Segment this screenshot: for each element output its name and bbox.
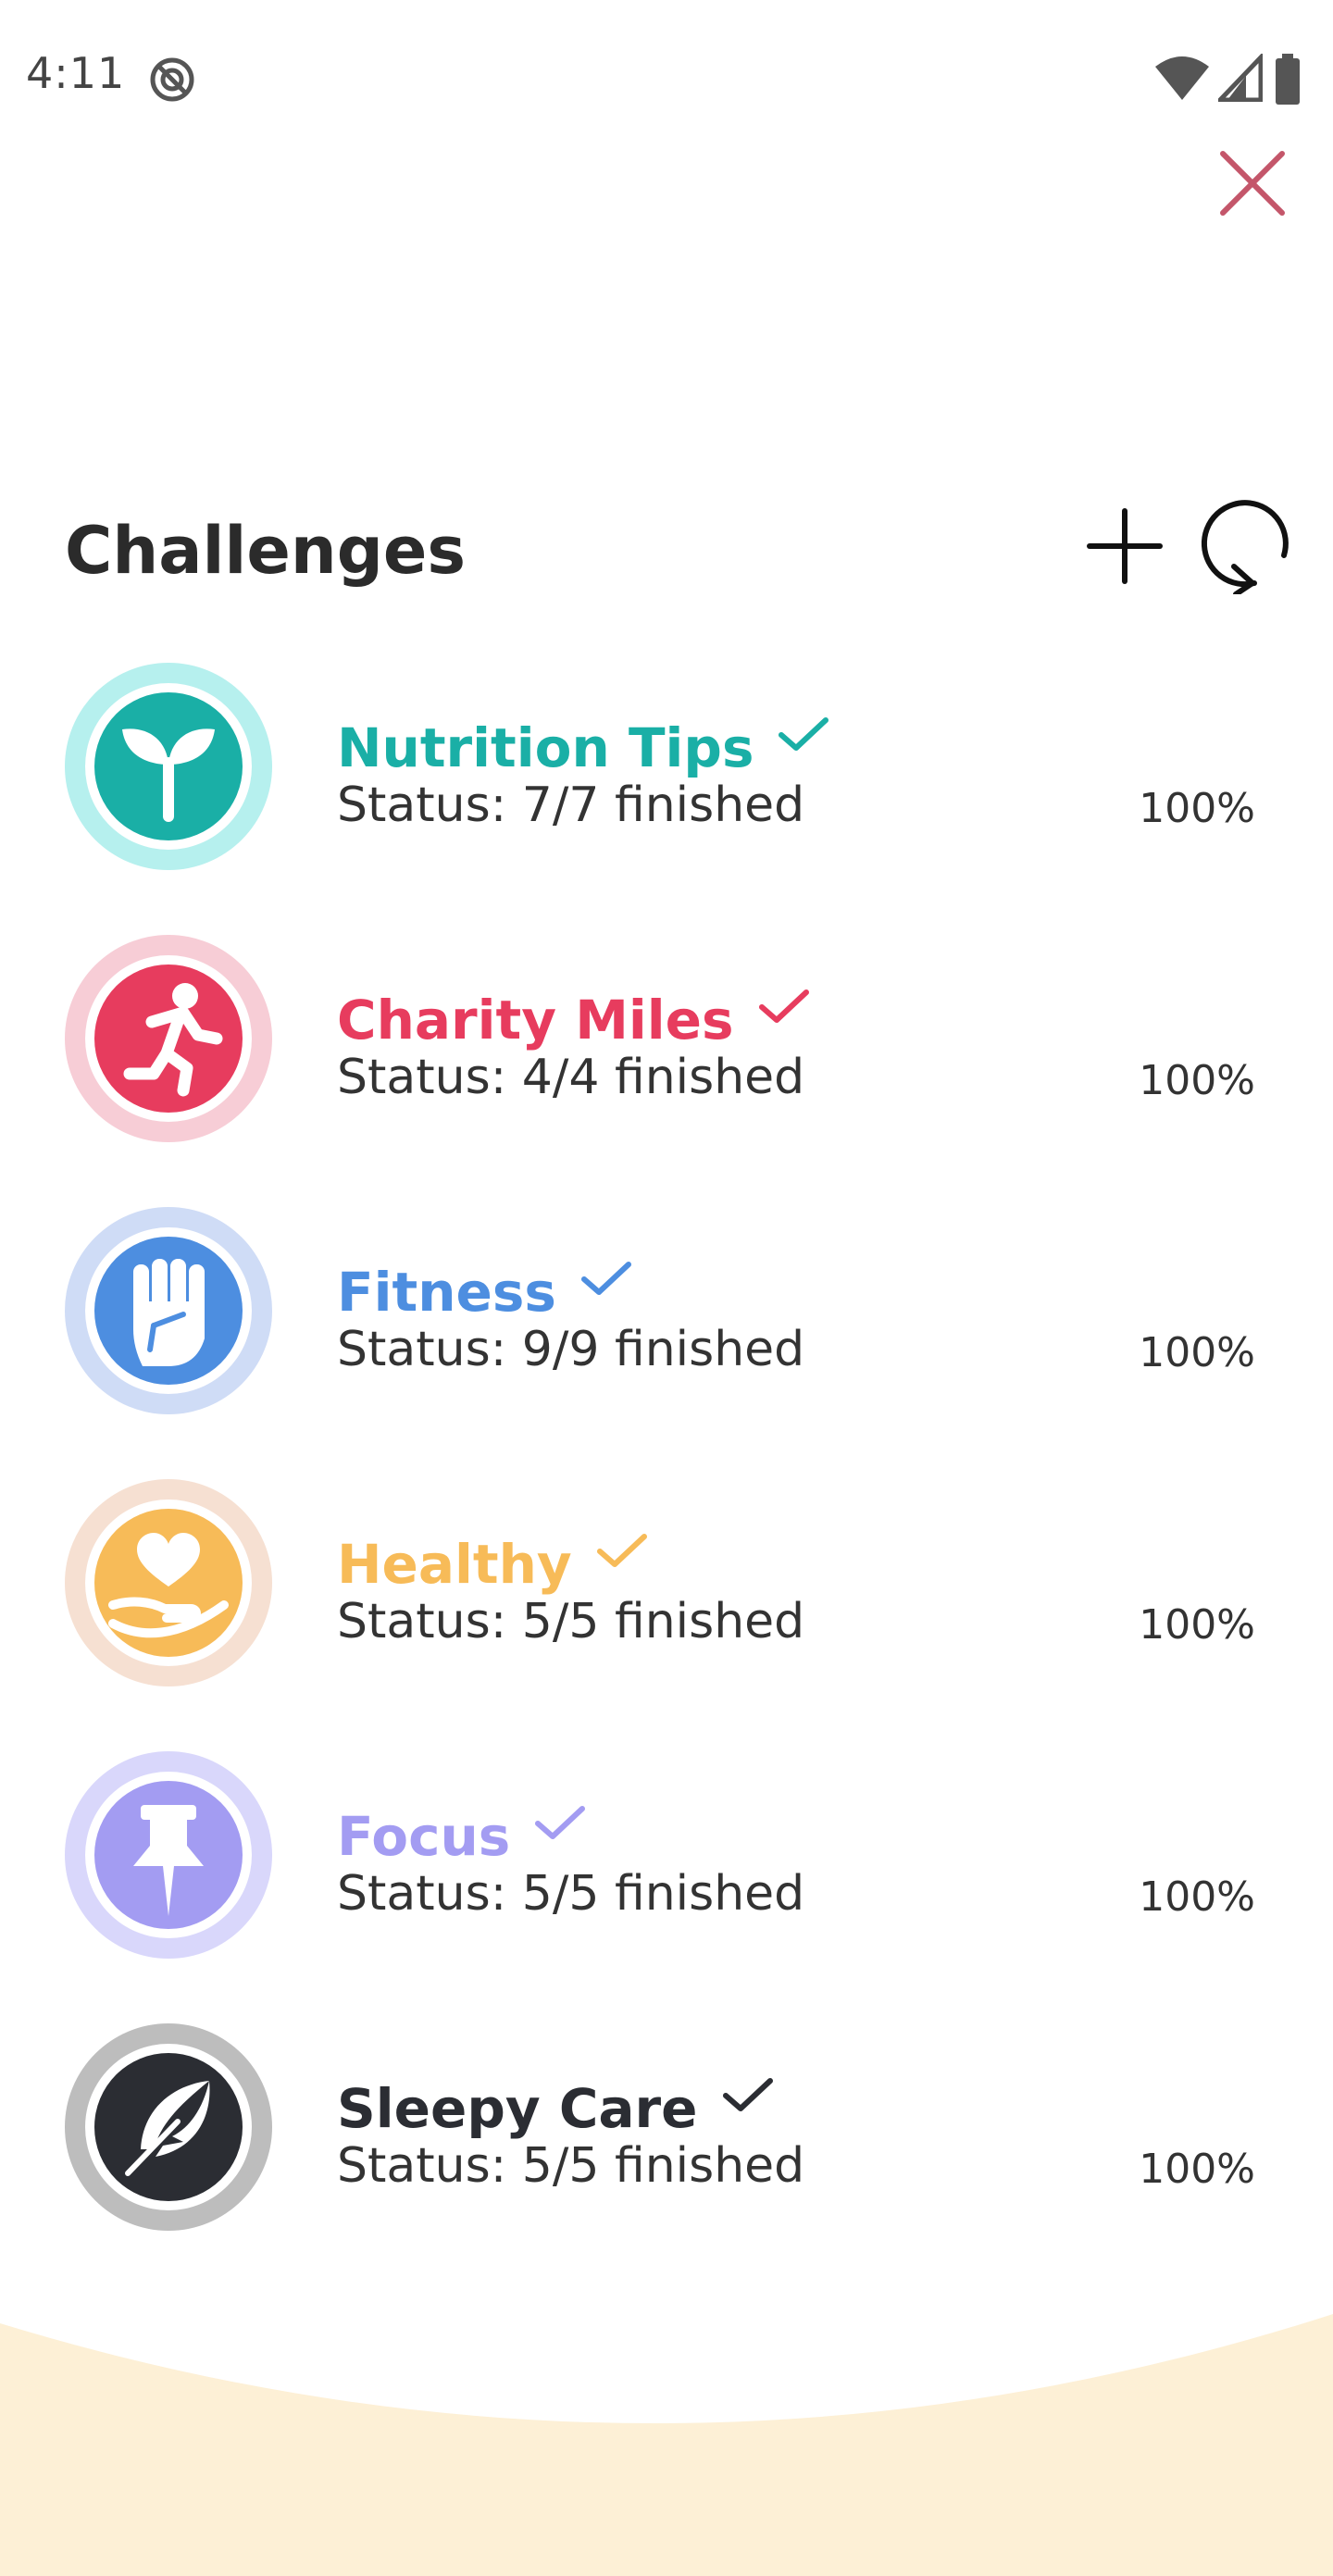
check-icon xyxy=(534,1792,586,1855)
challenge-status: Status: 7/7 finished xyxy=(337,778,805,833)
challenge-badge xyxy=(65,1479,272,1686)
footer-wave xyxy=(0,2314,1333,2576)
pushpin-icon xyxy=(133,1805,204,1916)
page-title: Challenges xyxy=(65,513,466,589)
sprout-icon xyxy=(122,728,215,822)
challenge-item[interactable]: Sleepy Care Status: 5/5 finished 100% xyxy=(0,2009,1333,2281)
challenge-badge xyxy=(65,663,272,870)
check-icon xyxy=(580,1248,632,1311)
refresh-icon xyxy=(1201,500,1289,597)
challenge-status: Status: 5/5 finished xyxy=(337,1594,805,1649)
challenge-percent: 100% xyxy=(1139,785,1255,832)
signal-icon xyxy=(1218,54,1263,102)
refresh-button[interactable] xyxy=(1199,492,1301,597)
challenge-status: Status: 9/9 finished xyxy=(337,1322,805,1377)
challenge-status: Status: 4/4 finished xyxy=(337,1050,805,1105)
wifi-icon xyxy=(1155,56,1209,100)
challenge-item[interactable]: Fitness Status: 9/9 finished 100% xyxy=(0,1192,1333,1464)
runner-icon xyxy=(123,983,223,1097)
feather-icon xyxy=(125,2081,210,2176)
challenge-name: Fitness xyxy=(337,1248,632,1324)
challenge-name: Healthy xyxy=(337,1520,648,1596)
status-icons xyxy=(1153,54,1311,106)
challenge-status: Status: 5/5 finished xyxy=(337,2138,805,2194)
challenge-percent: 100% xyxy=(1139,2146,1255,2193)
challenge-badge xyxy=(65,1751,272,1959)
close-icon xyxy=(1220,151,1285,216)
challenge-percent: 100% xyxy=(1139,1873,1255,1921)
challenge-name: Focus xyxy=(337,1792,586,1868)
do-not-disturb-icon xyxy=(148,56,196,104)
status-bar: 4:11 xyxy=(0,0,1333,157)
add-challenge-button[interactable] xyxy=(1074,500,1176,592)
status-time: 4:11 xyxy=(26,48,126,98)
challenge-badge xyxy=(65,1207,272,1414)
heart-hand-icon xyxy=(108,1533,229,1638)
check-icon xyxy=(722,2064,774,2127)
fist-icon xyxy=(133,1259,205,1366)
challenge-item[interactable]: Nutrition Tips Status: 7/7 finished 100% xyxy=(0,648,1333,920)
challenge-status: Status: 5/5 finished xyxy=(337,1866,805,1922)
plus-icon xyxy=(1087,508,1163,584)
challenges-header: Challenges xyxy=(65,500,1305,602)
challenge-item[interactable]: Focus Status: 5/5 finished 100% xyxy=(0,1736,1333,2009)
check-icon xyxy=(778,703,829,766)
challenge-badge xyxy=(65,2023,272,2231)
challenge-badge xyxy=(65,935,272,1142)
challenge-percent: 100% xyxy=(1139,1057,1255,1104)
battery-icon xyxy=(1276,54,1300,105)
check-icon xyxy=(596,1520,648,1583)
check-icon xyxy=(758,976,810,1039)
challenge-percent: 100% xyxy=(1139,1329,1255,1376)
challenge-name: Charity Miles xyxy=(337,976,810,1052)
challenge-item[interactable]: Charity Miles Status: 4/4 finished 100% xyxy=(0,920,1333,1192)
close-button[interactable] xyxy=(1208,139,1297,228)
challenge-name: Nutrition Tips xyxy=(337,703,829,779)
challenge-percent: 100% xyxy=(1139,1601,1255,1649)
challenge-item[interactable]: Healthy Status: 5/5 finished 100% xyxy=(0,1464,1333,1736)
challenge-name: Sleepy Care xyxy=(337,2064,774,2140)
